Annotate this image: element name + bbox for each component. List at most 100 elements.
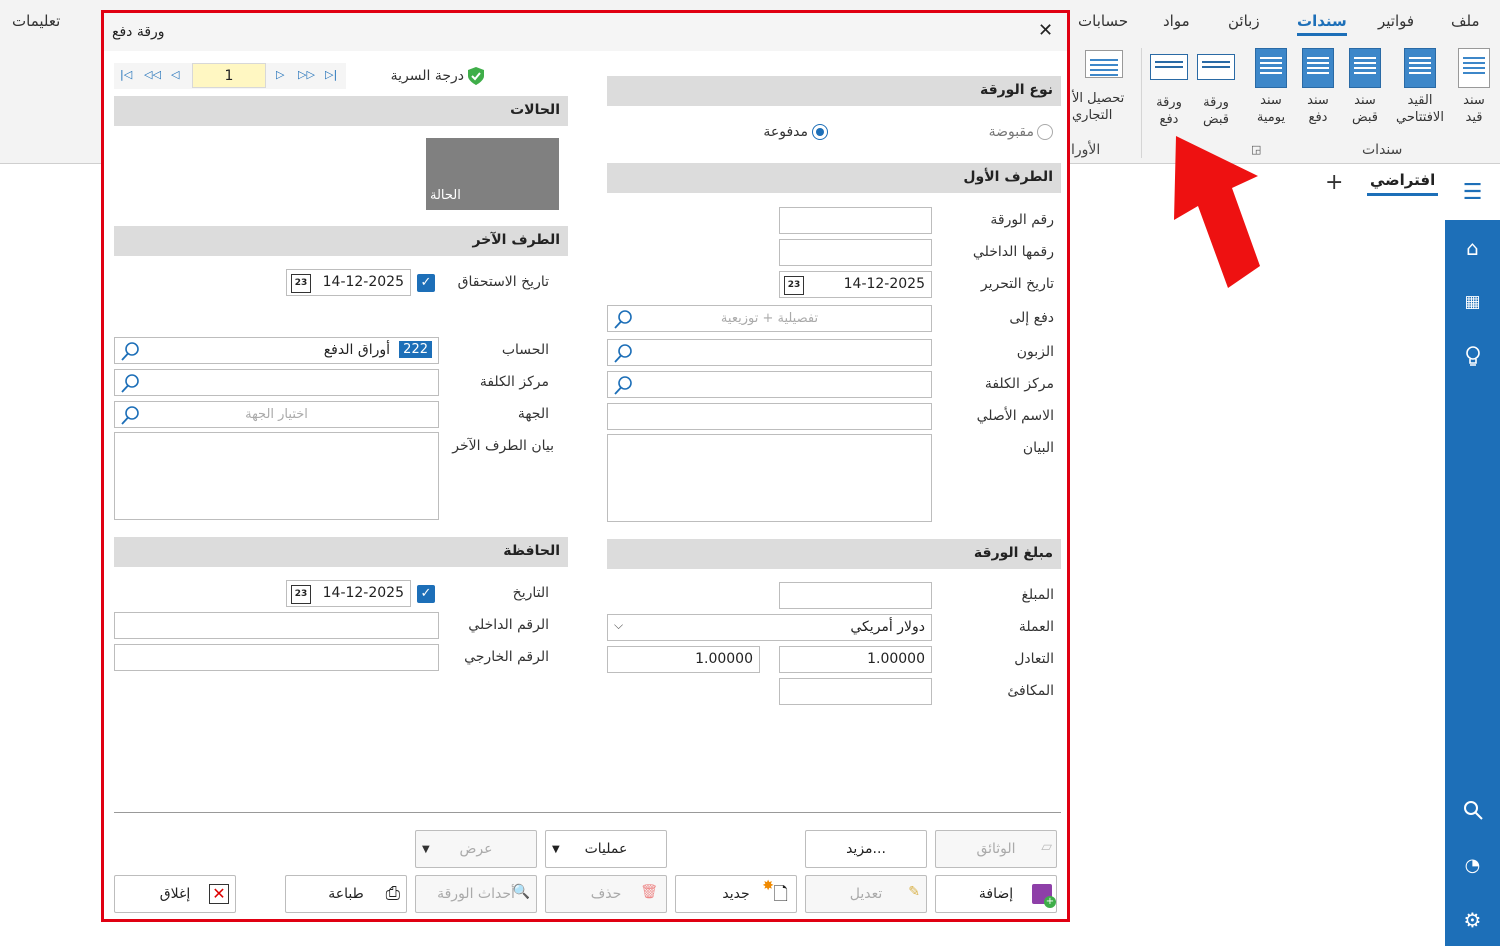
calendar-icon[interactable]: 23 [784,276,804,295]
edit-icon: ✎ [908,884,920,900]
amount-label: المبلغ [1021,587,1054,603]
operations-dropdown[interactable]: ▼ عمليات [545,830,667,868]
customer-input[interactable] [607,339,932,366]
issue-date-label: تاريخ التحرير [980,276,1054,292]
ribbon-daily-voucher[interactable]: سند يومية [1248,48,1294,126]
receivable-paper-icon [1197,54,1235,80]
account-input[interactable]: 222 أوراق الدفع [114,337,439,364]
other-cost-center-input[interactable] [114,369,439,396]
search-icon[interactable] [121,341,141,361]
close-icon[interactable]: ✕ [1038,20,1053,41]
statement-textarea[interactable] [607,434,932,522]
ribbon-commercial-collection[interactable]: تحصيل الأ التجاري [1072,48,1136,124]
calendar-icon[interactable]: ▦ [1445,282,1500,322]
next-page-icon[interactable]: ▷▷ [298,68,315,81]
internal-no-input[interactable] [779,239,932,266]
menu-materials[interactable]: مواد [1163,12,1190,30]
radio-paid[interactable] [812,124,828,140]
menu-help[interactable]: تعليمات [12,12,60,30]
currency-select[interactable]: ⌵ دولار أمريكي [607,614,932,641]
ribbon-opening-entry[interactable]: القيد الافتتاحي [1391,48,1449,126]
radio-received-label: مقبوضة [988,124,1034,140]
hamburger-menu-icon[interactable]: ☰ [1445,172,1500,212]
due-date-input[interactable]: 23 14-12-2025 [286,269,411,296]
more-button[interactable]: مزيد... [805,830,927,868]
delete-button[interactable]: حذف 🗑 [545,875,667,913]
ribbon-receivable-paper[interactable]: ورقة قبض [1193,48,1239,128]
record-number-input[interactable]: 1 [192,63,266,88]
ribbon-receipt-voucher[interactable]: سند قبض [1342,48,1388,126]
search-icon[interactable] [614,375,634,395]
issue-date-input[interactable]: 23 14-12-2025 [779,271,932,298]
prev-page-icon[interactable]: ◁◁ [144,68,161,81]
privacy-label[interactable]: درجة السرية [389,68,464,84]
documents-button[interactable]: الوثائق ▱ [935,830,1057,868]
equivalent-input[interactable] [779,678,932,705]
pay-to-input[interactable]: تفصيلية + توزيعية [607,305,932,332]
calendar-icon[interactable]: 23 [291,274,311,293]
first-record-icon[interactable]: |◁ [120,68,132,81]
statement-label: البيان [1022,440,1054,456]
ribbon-journal-voucher[interactable]: سند قيد [1451,48,1497,126]
cost-center-input[interactable] [607,371,932,398]
amount-input[interactable] [779,582,932,609]
menu-accounts[interactable]: حسابات [1078,12,1128,30]
payable-paper-icon [1150,54,1188,80]
spark-icon: ✸ [762,878,774,894]
portfolio-internal-no-input[interactable] [114,612,439,639]
add-tab-icon[interactable]: + [1325,170,1343,195]
palette-icon[interactable]: ◔ [1445,845,1500,885]
gear-icon[interactable]: ⚙ [1445,900,1500,940]
portfolio-date-input[interactable]: 23 14-12-2025 [286,580,411,607]
radio-received[interactable] [1037,124,1053,140]
paper-no-input[interactable] [779,207,932,234]
portfolio-internal-no-label: الرقم الداخلي [468,617,549,633]
state-tile[interactable]: الحالة [426,138,559,210]
entity-input[interactable]: اختيار الجهة [114,401,439,428]
menu-invoices[interactable]: فواتير [1378,12,1414,30]
due-date-checkbox[interactable]: ✓ [417,274,435,292]
pay-to-label: دفع إلى [1009,310,1054,326]
commercial-collection-icon [1085,50,1123,78]
edit-button[interactable]: تعديل ✎ [805,875,927,913]
rate-input-2[interactable]: 1.00000 [607,646,760,673]
menu-customers[interactable]: زبائن [1228,12,1260,30]
tab-default[interactable]: افتراضي [1367,171,1439,196]
customer-label: الزبون [1016,344,1054,360]
search-icon[interactable] [614,343,634,363]
paper-events-button[interactable]: أحداث الورقة 🔍 [415,875,537,913]
view-dropdown[interactable]: ▼ عرض [415,830,537,868]
original-name-input[interactable] [607,403,932,430]
new-button[interactable]: جديد 🗋 ✸ [675,875,797,913]
documents-icon: ▱ [1041,839,1052,855]
payment-paper-dialog: ورقة دفع ✕ |◁ ◁◁ ◁ 1 ▷ ▷▷ ▷| درجة السرية… [101,10,1070,922]
other-party-header: الطرف الآخر [114,226,568,256]
trash-icon: 🗑 [640,884,658,900]
payment-voucher-icon [1302,48,1334,88]
lightbulb-icon[interactable] [1445,337,1500,377]
next-record-icon[interactable]: ▷ [276,68,284,81]
add-button[interactable]: إضافة + [935,875,1057,913]
rate-input-1[interactable]: 1.00000 [779,646,932,673]
shield-icon [466,66,486,90]
prev-record-icon[interactable]: ◁ [171,68,179,81]
search-icon[interactable] [121,373,141,393]
portfolio-date-checkbox[interactable]: ✓ [417,585,435,603]
search-icon[interactable] [1445,790,1500,830]
account-label: الحساب [501,342,549,358]
ribbon-payable-paper[interactable]: ورقة دفع [1146,48,1192,128]
home-icon[interactable]: ⌂ [1445,228,1500,268]
account-code-badge: 222 [399,341,432,358]
portfolio-external-no-input[interactable] [114,644,439,671]
ribbon-payment-voucher[interactable]: سند دفع [1295,48,1341,126]
other-statement-textarea[interactable] [114,432,439,520]
close-button[interactable]: إغلاق ✕ [114,875,236,913]
calendar-icon[interactable]: 23 [291,585,311,604]
menu-file[interactable]: ملف [1451,12,1480,30]
print-button[interactable]: طباعة ⎙ [285,875,407,913]
last-record-icon[interactable]: ▷| [325,68,337,81]
portfolio-date-label: التاريخ [512,585,549,601]
menu-vouchers[interactable]: سندات [1297,12,1347,36]
printer-icon: ⎙ [385,883,400,904]
equivalent-label: المكافئ [1007,683,1054,699]
